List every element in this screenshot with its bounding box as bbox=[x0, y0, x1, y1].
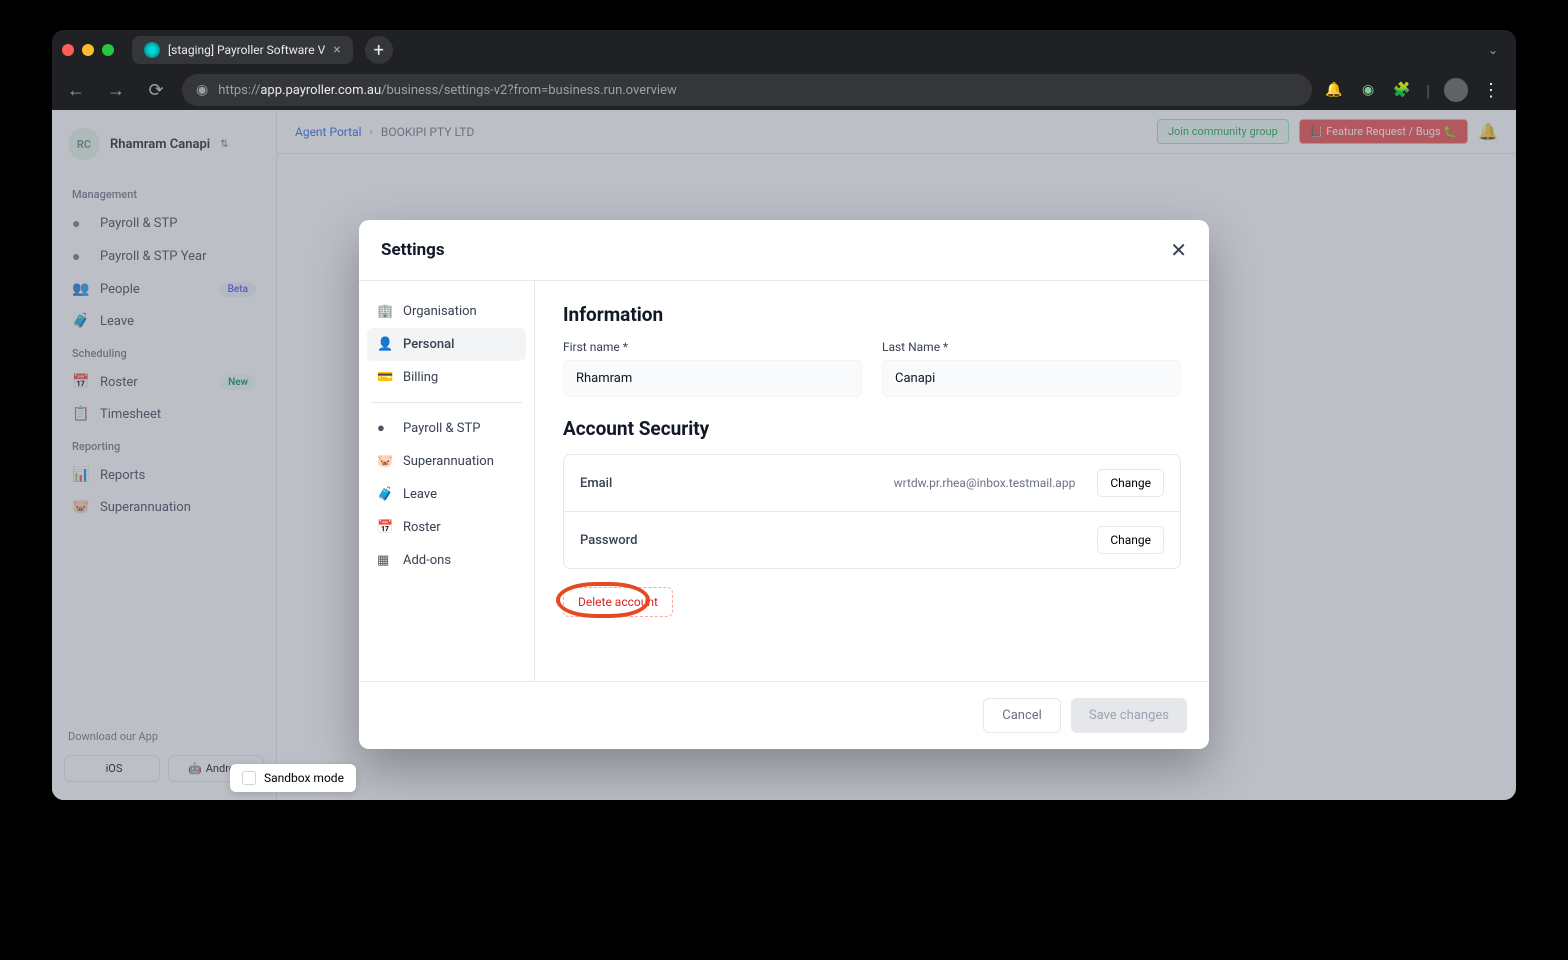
last-name-input[interactable] bbox=[882, 360, 1181, 397]
app-content: RC Rhamram Canapi ⇅ Management ●Payroll … bbox=[52, 110, 1516, 800]
email-value: wrtdw.pr.rhea@inbox.testmail.app bbox=[894, 476, 1076, 490]
tab-favicon-icon bbox=[144, 42, 160, 58]
modal-header: Settings ✕ bbox=[359, 220, 1209, 281]
settings-nav-addons[interactable]: ▦Add-ons bbox=[367, 544, 526, 577]
minimize-window-icon[interactable] bbox=[82, 44, 94, 56]
extension-grammarly-icon[interactable]: ◉ bbox=[1358, 80, 1378, 100]
divider bbox=[371, 402, 522, 403]
extensions-icon[interactable]: 🧩 bbox=[1392, 80, 1412, 100]
security-list: Email wrtdw.pr.rhea@inbox.testmail.app C… bbox=[563, 454, 1181, 569]
settings-modal: Settings ✕ 🏢Organisation 👤Personal 💳Bill… bbox=[359, 220, 1209, 749]
modal-body: 🏢Organisation 👤Personal 💳Billing ●Payrol… bbox=[359, 281, 1209, 681]
payroll-icon: ● bbox=[377, 420, 393, 436]
settings-nav: 🏢Organisation 👤Personal 💳Billing ●Payrol… bbox=[359, 281, 535, 681]
first-name-input[interactable] bbox=[563, 360, 862, 397]
settings-nav-personal[interactable]: 👤Personal bbox=[367, 328, 526, 361]
modal-title: Settings bbox=[381, 240, 445, 260]
personal-icon: 👤 bbox=[377, 337, 393, 352]
extension-notification-icon[interactable]: 🔔 bbox=[1324, 80, 1344, 100]
security-heading: Account Security bbox=[563, 417, 1181, 440]
browser-tab[interactable]: [staging] Payroller Software V × bbox=[132, 36, 353, 64]
password-label: Password bbox=[580, 533, 637, 548]
billing-icon: 💳 bbox=[377, 370, 393, 385]
settings-nav-payroll-stp[interactable]: ●Payroll & STP bbox=[367, 411, 526, 445]
close-icon[interactable]: ✕ bbox=[1170, 238, 1187, 262]
change-password-button[interactable]: Change bbox=[1097, 526, 1164, 554]
change-email-button[interactable]: Change bbox=[1097, 469, 1164, 497]
maximize-window-icon[interactable] bbox=[102, 44, 114, 56]
browser-nav-bar: ← → ⟳ ◉ https://app.payroller.com.au/bus… bbox=[52, 70, 1516, 110]
settings-nav-roster[interactable]: 📅Roster bbox=[367, 511, 526, 544]
last-name-label: Last Name * bbox=[882, 340, 1181, 354]
modal-overlay[interactable]: Settings ✕ 🏢Organisation 👤Personal 💳Bill… bbox=[52, 110, 1516, 800]
first-name-field-group: First name * bbox=[563, 340, 862, 397]
settings-nav-organisation[interactable]: 🏢Organisation bbox=[367, 295, 526, 328]
security-row-email: Email wrtdw.pr.rhea@inbox.testmail.app C… bbox=[564, 455, 1180, 511]
leave-icon: 🧳 bbox=[377, 487, 393, 502]
site-info-icon[interactable]: ◉ bbox=[196, 82, 208, 98]
browser-window: [staging] Payroller Software V × + ⌄ ← →… bbox=[52, 30, 1516, 800]
url-bar[interactable]: ◉ https://app.payroller.com.au/business/… bbox=[182, 74, 1312, 106]
separator: | bbox=[1426, 81, 1430, 100]
first-name-label: First name * bbox=[563, 340, 862, 354]
settings-nav-billing[interactable]: 💳Billing bbox=[367, 361, 526, 394]
browser-menu-icon[interactable]: ⋮ bbox=[1482, 80, 1500, 101]
tab-title: [staging] Payroller Software V bbox=[168, 43, 325, 57]
browser-toolbar-right: 🔔 ◉ 🧩 | ⋮ bbox=[1324, 78, 1506, 102]
reload-button[interactable]: ⟳ bbox=[142, 80, 170, 101]
delete-account-button[interactable]: Delete account bbox=[563, 587, 673, 617]
settings-nav-superannuation[interactable]: 🐷Superannuation bbox=[367, 445, 526, 478]
roster-icon: 📅 bbox=[377, 520, 393, 535]
sandbox-label: Sandbox mode bbox=[264, 771, 344, 785]
last-name-field-group: Last Name * bbox=[882, 340, 1181, 397]
tab-list-dropdown-icon[interactable]: ⌄ bbox=[1480, 39, 1506, 61]
url-text: https://app.payroller.com.au/business/se… bbox=[218, 83, 677, 98]
save-changes-button[interactable]: Save changes bbox=[1071, 698, 1187, 733]
security-row-password: Password Change bbox=[564, 511, 1180, 568]
window-controls bbox=[62, 44, 114, 56]
sandbox-mode-toggle[interactable]: Sandbox mode bbox=[230, 764, 356, 792]
tab-bar: [staging] Payroller Software V × + ⌄ bbox=[52, 30, 1516, 70]
modal-footer: Cancel Save changes bbox=[359, 681, 1209, 749]
cancel-button[interactable]: Cancel bbox=[983, 698, 1061, 733]
back-button[interactable]: ← bbox=[62, 80, 90, 101]
tab-close-icon[interactable]: × bbox=[333, 42, 340, 58]
profile-avatar-icon[interactable] bbox=[1444, 78, 1468, 102]
addons-icon: ▦ bbox=[377, 553, 393, 568]
email-label: Email bbox=[580, 476, 612, 491]
information-heading: Information bbox=[563, 303, 1181, 326]
checkbox-icon[interactable] bbox=[242, 771, 256, 785]
forward-button[interactable]: → bbox=[102, 80, 130, 101]
organisation-icon: 🏢 bbox=[377, 304, 393, 319]
settings-nav-leave[interactable]: 🧳Leave bbox=[367, 478, 526, 511]
close-window-icon[interactable] bbox=[62, 44, 74, 56]
super-icon: 🐷 bbox=[377, 454, 393, 469]
new-tab-button[interactable]: + bbox=[365, 36, 393, 64]
settings-content: Information First name * Last Name * bbox=[535, 281, 1209, 681]
